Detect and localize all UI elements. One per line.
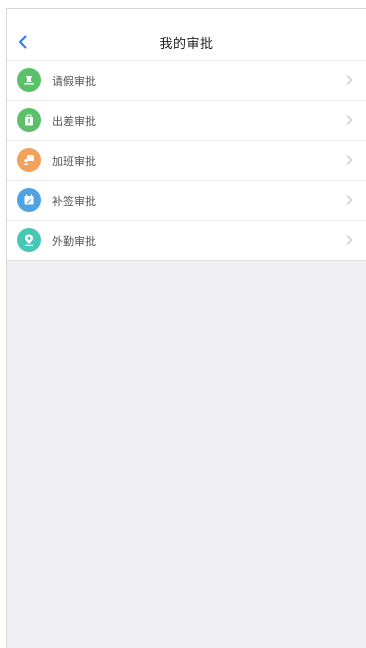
list-item-leave-approval[interactable]: 请假审批 [7,61,366,101]
chevron-right-icon [346,195,353,205]
chevron-right-icon [346,115,353,125]
chevron-right-icon [346,155,353,165]
list-item-label: 外勤审批 [52,235,96,248]
app-screen: 我的审批 请假审批 出差审批 加班审批 补签审批 外勤审批 [6,8,366,648]
list-item-overtime-approval[interactable]: 加班审批 [7,141,366,181]
list-item-label: 补签审批 [52,195,96,208]
list-item-field-work-approval[interactable]: 外勤审批 [7,221,366,260]
list-item-business-trip-approval[interactable]: 出差审批 [7,101,366,141]
page-title: 我的审批 [159,37,214,52]
list-item-label: 加班审批 [52,155,96,168]
list-item-supplement-sign-approval[interactable]: 补签审批 [7,181,366,221]
list-item-label: 请假审批 [52,75,96,88]
approval-list: 请假审批 出差审批 加班审批 补签审批 外勤审批 [7,61,366,261]
calendar-icon [17,188,41,212]
list-item-label: 出差审批 [52,115,96,128]
chevron-right-icon [346,235,353,245]
briefcase-icon [17,108,41,132]
location-icon [17,228,41,252]
overtime-icon [17,148,41,172]
chevron-right-icon [346,75,353,85]
leave-icon [17,68,41,92]
nav-bar: 我的审批 [7,9,366,61]
